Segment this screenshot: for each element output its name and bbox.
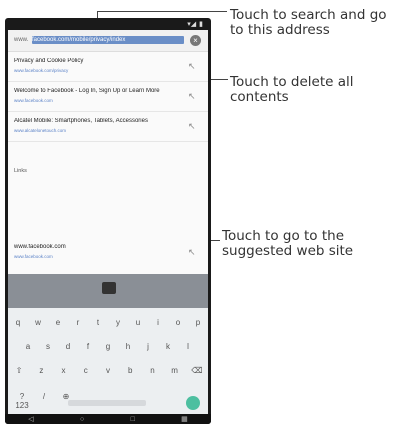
- keyboard-key[interactable]: e: [50, 318, 66, 327]
- search-callout-horizontal: [97, 11, 227, 12]
- keyboard-key[interactable]: i: [150, 318, 166, 327]
- keyboard-key[interactable]: b: [122, 366, 138, 375]
- keyboard-key[interactable]: s: [40, 342, 56, 351]
- suggestion-url: www.facebook.com: [14, 98, 53, 103]
- url-input[interactable]: facebook.com/mobile/privacy/index: [32, 36, 184, 44]
- recent-apps-icon[interactable]: □: [131, 416, 135, 423]
- keyboard-key[interactable]: h: [120, 342, 136, 351]
- suggested-site-url: www.facebook.com: [14, 254, 53, 259]
- keyboard-key[interactable]: f: [80, 342, 96, 351]
- keyboard[interactable]: qwertyuiop asdfghjkl ⇧ z x c v b n m ⌫ ?123/⊕: [8, 308, 208, 414]
- suggestion-item[interactable]: Alcatel Mobile: Smartphones, Tablets, Ac…: [8, 112, 208, 142]
- suggestion-url: www.alcatelonetouch.com: [14, 128, 67, 133]
- keyboard-key[interactable]: x: [56, 366, 72, 375]
- section-label: Links: [14, 168, 27, 174]
- home-icon[interactable]: ○: [80, 416, 84, 423]
- arrow-icon[interactable]: ↖: [188, 91, 196, 102]
- preview-thumbnail: [102, 282, 116, 294]
- keyboard-key[interactable]: ?123: [14, 392, 30, 410]
- browser-panel: www. facebook.com/mobile/privacy/index ×…: [8, 30, 208, 274]
- keyboard-key[interactable]: q: [10, 318, 26, 327]
- keyboard-key[interactable]: u: [130, 318, 146, 327]
- keyboard-key[interactable]: c: [78, 366, 94, 375]
- search-callout-text: Touch to search and go to this address: [230, 7, 387, 38]
- suggested-callout-text: Touch to go to the suggested web site: [222, 228, 354, 259]
- keyboard-key[interactable]: r: [70, 318, 86, 327]
- keyboard-switch-icon[interactable]: ▦: [181, 415, 188, 423]
- battery-icon: ▮: [199, 20, 203, 28]
- keyboard-key[interactable]: o: [170, 318, 186, 327]
- arrow-icon[interactable]: ↖: [188, 121, 196, 132]
- delete-callout-text: Touch to delete all contents: [230, 74, 354, 105]
- suggestion-title: Welcome to Facebook - Log In, Sign Up or…: [14, 88, 160, 94]
- keyboard-key[interactable]: d: [60, 342, 76, 351]
- key-row-3: ⇧ z x c v b n m ⌫: [8, 366, 208, 375]
- space-bar[interactable]: [68, 400, 146, 406]
- arrow-icon[interactable]: ↖: [188, 247, 196, 258]
- url-prefix: www.: [14, 37, 29, 43]
- keyboard-key[interactable]: n: [144, 366, 160, 375]
- key-row-1: qwertyuiop: [8, 318, 208, 327]
- suggestion-item[interactable]: Welcome to Facebook - Log In, Sign Up or…: [8, 82, 208, 112]
- keyboard-key[interactable]: v: [100, 366, 116, 375]
- key-row-2: asdfghjkl: [8, 342, 208, 351]
- back-icon[interactable]: ◁: [28, 415, 33, 423]
- suggestion-title: Privacy and Cookie Policy: [14, 58, 84, 64]
- suggested-site-title: www.facebook.com: [14, 244, 66, 250]
- arrow-icon[interactable]: ↖: [188, 61, 196, 72]
- keyboard-key[interactable]: j: [140, 342, 156, 351]
- suggestion-item[interactable]: Privacy and Cookie Policy www.facebook.c…: [8, 52, 208, 82]
- keyboard-key[interactable]: g: [100, 342, 116, 351]
- keyboard-key[interactable]: /: [36, 392, 52, 410]
- url-bar[interactable]: www. facebook.com/mobile/privacy/index ×: [8, 30, 208, 52]
- suggestion-url: www.facebook.com/privacy: [14, 68, 69, 73]
- keyboard-key[interactable]: t: [90, 318, 106, 327]
- phone-frame: ▾◢ ▮ www. facebook.com/mobile/privacy/in…: [5, 18, 211, 424]
- nav-bar: ◁ ○ □ ▦: [5, 414, 211, 424]
- keyboard-key[interactable]: w: [30, 318, 46, 327]
- keyboard-key[interactable]: y: [110, 318, 126, 327]
- keyboard-key[interactable]: ⇧: [11, 366, 27, 375]
- keyboard-key[interactable]: a: [20, 342, 36, 351]
- suggestion-title: Alcatel Mobile: Smartphones, Tablets, Ac…: [14, 118, 148, 124]
- page-preview: [8, 274, 208, 308]
- keyboard-key[interactable]: z: [33, 366, 49, 375]
- signal-icon: ▾◢: [187, 20, 197, 28]
- keyboard-key[interactable]: m: [167, 366, 183, 375]
- keyboard-key[interactable]: ⌫: [189, 366, 205, 375]
- status-bar: ▾◢ ▮: [5, 18, 211, 30]
- keyboard-key[interactable]: k: [160, 342, 176, 351]
- go-key-button[interactable]: [186, 396, 200, 410]
- suggested-site-item[interactable]: www.facebook.com www.facebook.com ↖: [8, 238, 208, 272]
- clear-url-button[interactable]: ×: [190, 35, 201, 46]
- keyboard-key[interactable]: l: [180, 342, 196, 351]
- close-icon: ×: [193, 36, 198, 45]
- keyboard-key[interactable]: p: [190, 318, 206, 327]
